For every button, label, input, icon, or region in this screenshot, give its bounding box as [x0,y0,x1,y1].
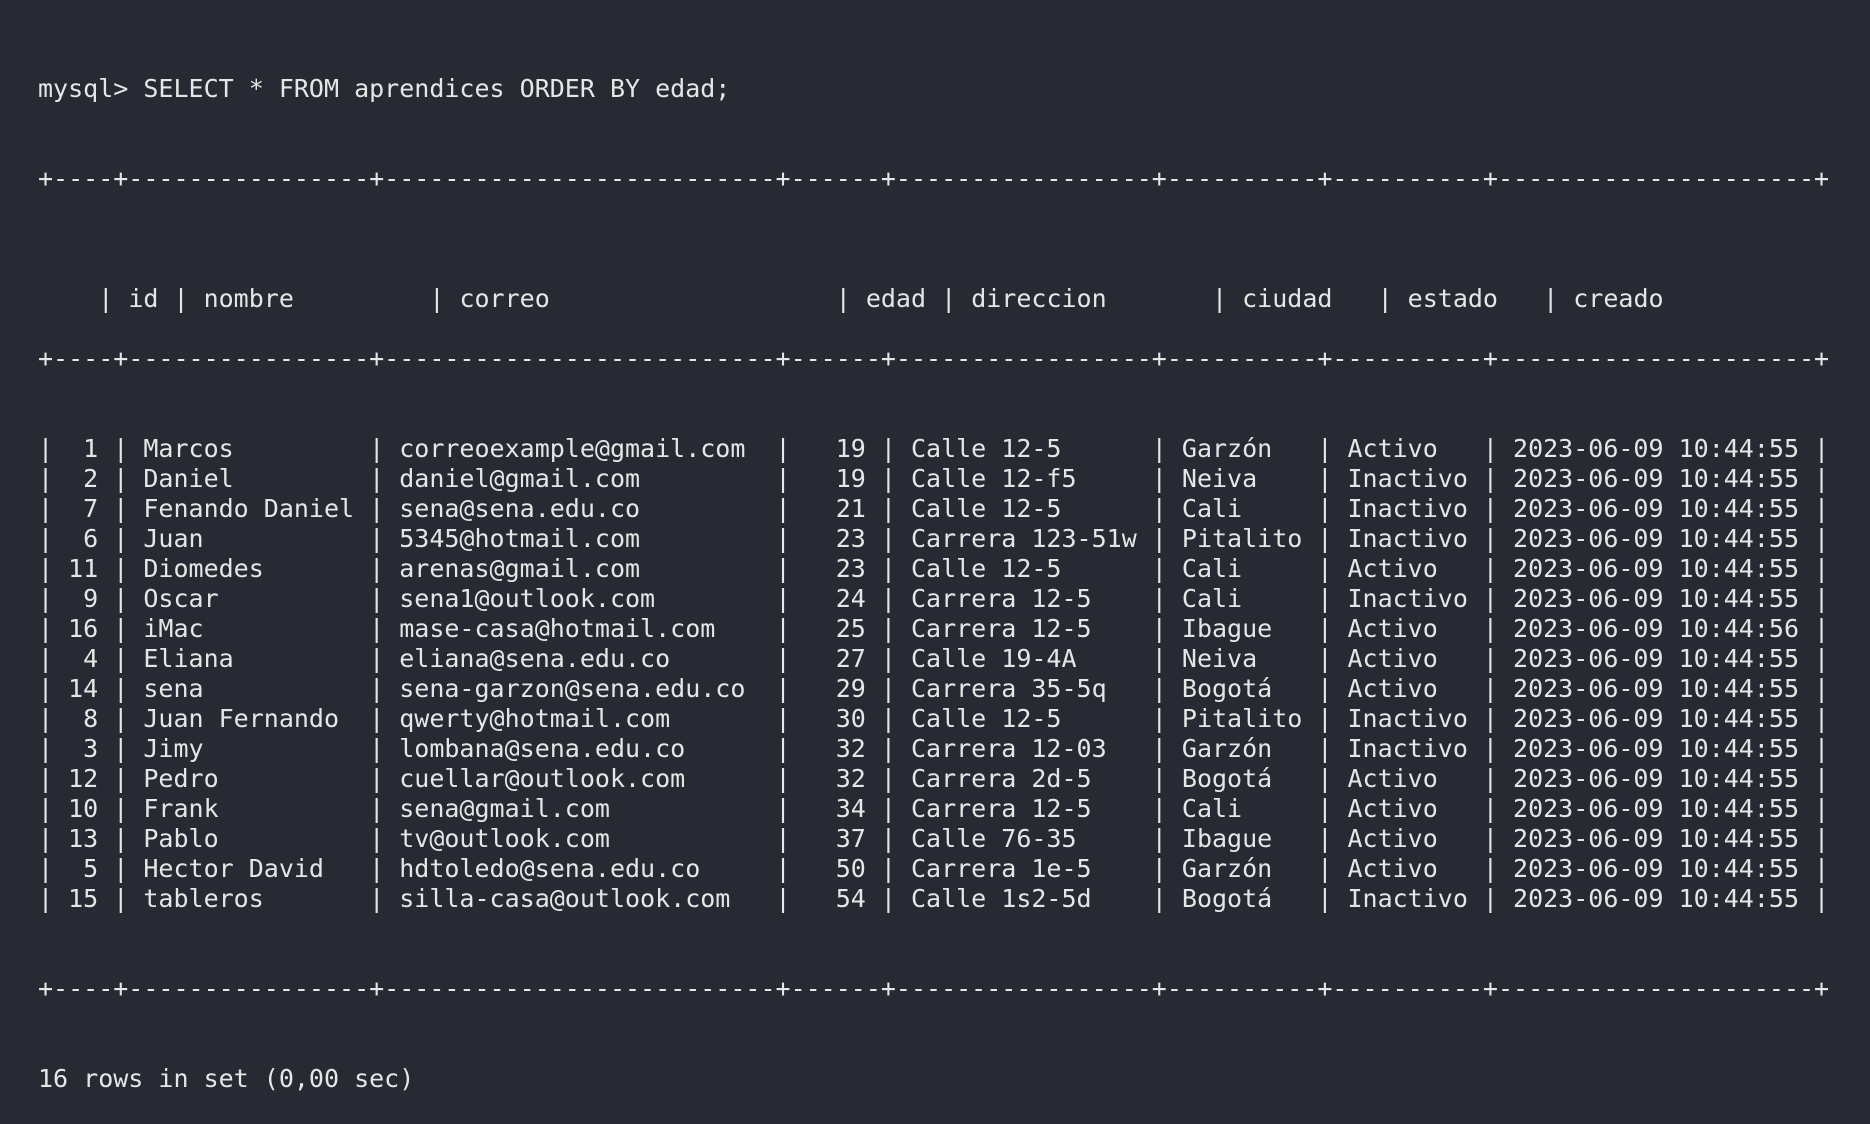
table-header-row: | id | nombre | correo | edad | direccio… [38,254,1870,313]
table-row: | 8 | Juan Fernando | qwerty@hotmail.com… [38,704,1830,733]
table-border-bottom: +----+----------------+-----------------… [38,974,1830,1003]
table-row: | 3 | Jimy | lombana@sena.edu.co | 32 | … [38,734,1830,763]
table-row: | 12 | Pedro | cuellar@outlook.com | 32 … [38,764,1830,793]
table-border-top: +----+----------------+-----------------… [38,164,1830,193]
result-summary: 16 rows in set (0,00 sec) [38,1064,415,1093]
table-row: | 11 | Diomedes | arenas@gmail.com | 23 … [38,554,1830,583]
table-row: | 7 | Fenando Daniel | sena@sena.edu.co … [38,494,1830,523]
table-row: | 13 | Pablo | tv@outlook.com | 37 | Cal… [38,824,1830,853]
table-row: | 14 | sena | sena-garzon@sena.edu.co | … [38,674,1830,703]
table-row: | 15 | tableros | silla-casa@outlook.com… [38,884,1830,913]
table-header-line: | id | nombre | correo | edad | direccio… [98,284,1870,313]
table-row: | 5 | Hector David | hdtoledo@sena.edu.c… [38,854,1830,883]
table-border-mid: +----+----------------+-----------------… [38,344,1830,373]
table-row: | 6 | Juan | 5345@hotmail.com | 23 | Car… [38,524,1830,553]
table-row: | 2 | Daniel | daniel@gmail.com | 19 | C… [38,464,1830,493]
table-row: | 9 | Oscar | sena1@outlook.com | 24 | C… [38,584,1830,613]
terminal-output: mysql> SELECT * FROM aprendices ORDER BY… [38,14,1870,1124]
table-row: | 1 | Marcos | correoexample@gmail.com |… [38,434,1830,463]
table-body: | 1 | Marcos | correoexample@gmail.com |… [38,434,1870,914]
table-row: | 10 | Frank | sena@gmail.com | 34 | Car… [38,794,1830,823]
table-row: | 4 | Eliana | eliana@sena.edu.co | 27 |… [38,644,1830,673]
mysql-command: mysql> SELECT * FROM aprendices ORDER BY… [38,74,731,103]
table-row: | 16 | iMac | mase-casa@hotmail.com | 25… [38,614,1830,643]
